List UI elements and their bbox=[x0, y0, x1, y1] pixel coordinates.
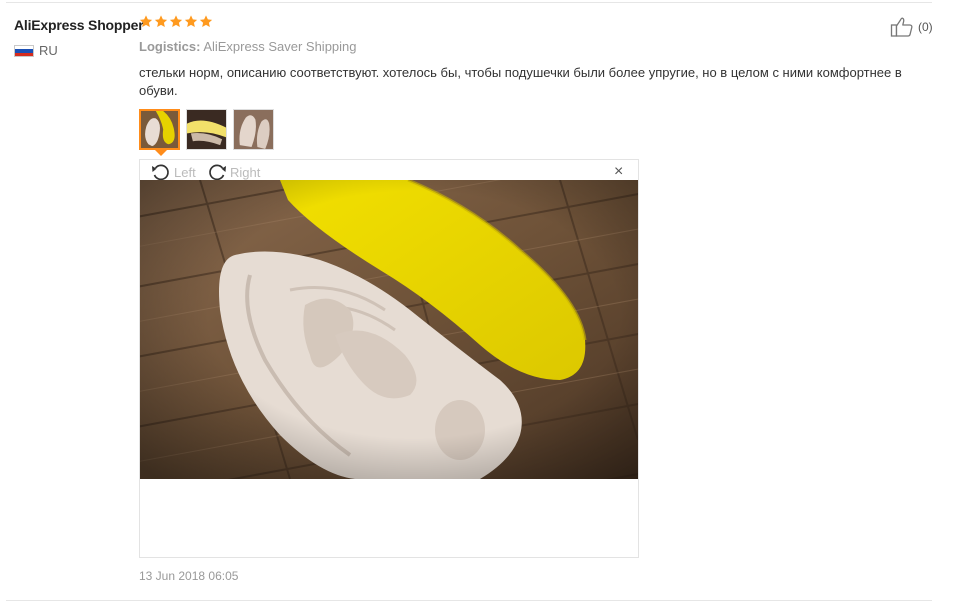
helpful-button[interactable]: (0) bbox=[890, 16, 933, 38]
top-divider bbox=[6, 2, 932, 3]
rotate-left-icon bbox=[152, 164, 169, 181]
logistics-label: Logistics: bbox=[139, 39, 201, 54]
rotate-left-label: Left bbox=[174, 164, 196, 180]
reviewer-name: AliExpress Shopper bbox=[14, 17, 144, 33]
star-icon bbox=[199, 15, 213, 28]
star-icon bbox=[184, 15, 198, 28]
logistics-value: AliExpress Saver Shipping bbox=[203, 39, 357, 54]
thumbnail-photo-1[interactable] bbox=[139, 109, 180, 150]
rotate-left-button[interactable]: Left bbox=[150, 162, 196, 182]
thumbs-up-icon bbox=[890, 17, 913, 37]
rotate-right-label: Right bbox=[230, 164, 261, 180]
star-icon bbox=[169, 15, 183, 28]
thumbnail-photo-3[interactable] bbox=[233, 109, 274, 150]
reviewer-country: RU bbox=[39, 43, 58, 58]
review-photo-thumbnails bbox=[139, 109, 274, 150]
close-icon: × bbox=[614, 163, 624, 180]
close-viewer-button[interactable]: × bbox=[614, 164, 623, 180]
russia-flag-icon bbox=[14, 45, 34, 57]
rotate-right-button[interactable]: Right bbox=[206, 162, 260, 182]
photo-viewer: Left Right × bbox=[139, 159, 639, 558]
review-date: 13 Jun 2018 06:05 bbox=[139, 569, 239, 583]
review-text: стельки норм, описанию соответствуют. хо… bbox=[139, 65, 902, 98]
bottom-divider bbox=[6, 600, 932, 601]
active-thumbnail-pointer bbox=[155, 150, 167, 156]
star-icon bbox=[154, 15, 168, 28]
star-icon bbox=[139, 15, 153, 28]
thumbnail-photo-2[interactable] bbox=[186, 109, 227, 150]
rotate-right-icon bbox=[209, 164, 226, 181]
helpful-count: (0) bbox=[918, 20, 933, 34]
review-photo-large bbox=[140, 180, 638, 479]
logistics-info: Logistics: AliExpress Saver Shipping bbox=[139, 39, 357, 54]
star-rating bbox=[139, 14, 213, 29]
